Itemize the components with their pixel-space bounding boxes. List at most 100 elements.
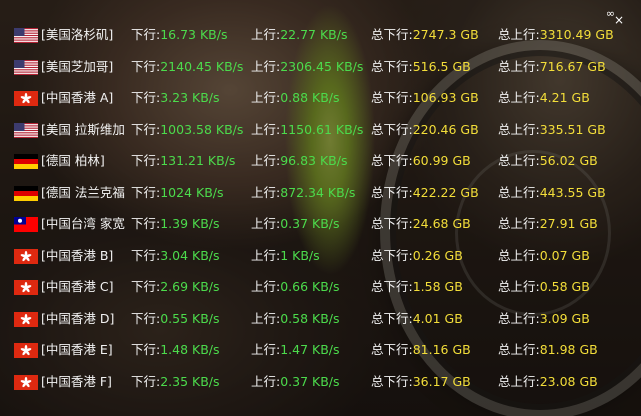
server-name: [中国台湾 家宽 — [41, 216, 125, 231]
server-row[interactable]: [中国香港 D] 下行:0.55 KB/s 上行:0.58 KB/s 总下行:4… — [0, 303, 641, 335]
download-value: 1003.58 KB/s — [160, 121, 244, 137]
upload-value: 0.66 KB/s — [280, 279, 340, 294]
upload-value: 22.77 KB/s — [280, 27, 348, 42]
upload-speed: 上行:0.88 KB/s — [251, 82, 340, 113]
total-download-value: 106.93 GB — [412, 90, 479, 105]
total-upload: 总上行:23.08 GB — [498, 366, 598, 397]
server-row[interactable]: [美国芝加哥] 下行:2140.45 KB/s 上行:2306.45 KB/s … — [0, 51, 641, 83]
download-speed: 下行:16.73 KB/s — [131, 19, 227, 50]
total-upload: 总上行:0.07 GB — [498, 240, 590, 271]
server-row[interactable]: [中国香港 C] 下行:2.69 KB/s 上行:0.66 KB/s 总下行:1… — [0, 271, 641, 303]
total-upload-label: 总上行: — [498, 153, 540, 168]
total-download: 总下行:106.93 GB — [371, 82, 479, 113]
upload-label: 上行: — [251, 342, 281, 357]
upload-value: 0.88 KB/s — [280, 90, 340, 105]
server-row[interactable]: [中国台湾 家宽 下行:1.39 KB/s 上行:0.37 KB/s 总下行:2… — [0, 208, 641, 240]
total-upload: 总上行:56.02 GB — [498, 145, 598, 176]
download-speed: 下行:1003.58 KB/s — [131, 114, 243, 145]
total-upload-value: 335.51 GB — [539, 121, 606, 137]
total-download-label: 总下行: — [371, 310, 413, 326]
total-download-value: 1.58 GB — [412, 279, 463, 294]
total-upload-value: 56.02 GB — [539, 153, 598, 168]
upload-speed: 上行:872.34 KB/s — [251, 177, 355, 208]
upload-speed: 上行:0.58 KB/s — [251, 303, 340, 334]
download-value: 0.55 KB/s — [160, 310, 220, 326]
upload-speed: 上行:1150.61 KB/s — [251, 114, 363, 145]
total-upload-label: 总上行: — [498, 27, 540, 42]
server-monitor-window: ∞ × [美国洛杉矶] 下行:16.73 KB/s 上行:22.77 KB/s … — [0, 0, 641, 416]
upload-label: 上行: — [251, 216, 281, 231]
download-value: 1.48 KB/s — [160, 342, 220, 357]
upload-speed: 上行:0.66 KB/s — [251, 271, 340, 302]
total-upload: 总上行:27.91 GB — [498, 208, 598, 239]
server-row[interactable]: [中国香港 F] 下行:2.35 KB/s 上行:0.37 KB/s 总下行:3… — [0, 366, 641, 398]
server-row[interactable]: [中国香港 A] 下行:3.23 KB/s 上行:0.88 KB/s 总下行:1… — [0, 82, 641, 114]
upload-speed: 上行:0.37 KB/s — [251, 208, 340, 239]
total-download: 总下行:81.16 GB — [371, 334, 471, 365]
upload-speed: 上行:1.47 KB/s — [251, 334, 340, 365]
total-upload-label: 总上行: — [498, 90, 540, 105]
total-download-value: 516.5 GB — [412, 58, 471, 74]
upload-value: 0.37 KB/s — [280, 216, 340, 231]
hk-flag-icon — [14, 374, 38, 390]
upload-label: 上行: — [251, 90, 281, 105]
total-download-label: 总下行: — [371, 342, 413, 357]
upload-value: 2306.45 KB/s — [280, 58, 364, 74]
server-name: [中国香港 F] — [41, 373, 112, 389]
download-label: 下行: — [131, 184, 161, 200]
download-speed: 下行:131.21 KB/s — [131, 145, 235, 176]
server-row[interactable]: [德国 柏林] 下行:131.21 KB/s 上行:96.83 KB/s 总下行… — [0, 145, 641, 177]
total-download: 总下行:516.5 GB — [371, 51, 471, 82]
total-upload-value: 443.55 GB — [539, 184, 606, 200]
upload-speed: 上行:96.83 KB/s — [251, 145, 347, 176]
total-upload-value: 27.91 GB — [539, 216, 598, 231]
total-download: 总下行:60.99 GB — [371, 145, 471, 176]
server-row[interactable]: [中国香港 B] 下行:3.04 KB/s 上行:1 KB/s 总下行:0.26… — [0, 240, 641, 272]
server-row[interactable]: [美国 拉斯维加 下行:1003.58 KB/s 上行:1150.61 KB/s… — [0, 114, 641, 146]
total-download-value: 0.26 GB — [412, 247, 463, 263]
upload-speed: 上行:2306.45 KB/s — [251, 51, 363, 82]
total-download-label: 总下行: — [371, 373, 413, 389]
download-value: 2.35 KB/s — [160, 373, 220, 389]
total-download-label: 总下行: — [371, 184, 413, 200]
server-name: [中国香港 C] — [41, 279, 114, 294]
total-download-label: 总下行: — [371, 27, 413, 42]
upload-value: 1150.61 KB/s — [280, 121, 364, 137]
download-label: 下行: — [131, 216, 161, 231]
server-name: [中国香港 B] — [41, 247, 114, 263]
total-download-label: 总下行: — [371, 153, 413, 168]
total-upload: 总上行:4.21 GB — [498, 82, 590, 113]
hk-flag-icon — [14, 280, 38, 295]
server-row[interactable]: [德国 法兰克福 下行:1024 KB/s 上行:872.34 KB/s 总下行… — [0, 177, 641, 209]
server-name: [中国香港 A] — [41, 90, 114, 105]
total-download-label: 总下行: — [371, 279, 413, 294]
download-label: 下行: — [131, 373, 161, 389]
total-download-value: 422.22 GB — [412, 184, 479, 200]
upload-label: 上行: — [251, 184, 281, 200]
total-upload-value: 23.08 GB — [539, 373, 598, 389]
upload-label: 上行: — [251, 310, 281, 326]
server-row[interactable]: [美国洛杉矶] 下行:16.73 KB/s 上行:22.77 KB/s 总下行:… — [0, 19, 641, 51]
download-value: 1024 KB/s — [160, 184, 224, 200]
total-download: 总下行:220.46 GB — [371, 114, 479, 145]
server-name: [德国 柏林] — [41, 153, 105, 168]
server-name: [德国 法兰克福 — [41, 184, 125, 200]
upload-label: 上行: — [251, 121, 281, 137]
download-label: 下行: — [131, 153, 161, 168]
total-download: 总下行:4.01 GB — [371, 303, 463, 334]
total-download-label: 总下行: — [371, 216, 413, 231]
total-upload-value: 716.67 GB — [539, 58, 606, 74]
us-flag-icon — [14, 28, 38, 43]
total-download-label: 总下行: — [371, 90, 413, 105]
total-download: 总下行:2747.3 GB — [371, 19, 479, 50]
upload-label: 上行: — [251, 373, 281, 389]
total-upload-label: 总上行: — [498, 58, 540, 74]
total-upload-value: 3.09 GB — [539, 310, 590, 326]
download-label: 下行: — [131, 58, 161, 74]
upload-value: 0.58 KB/s — [280, 310, 340, 326]
total-upload-label: 总上行: — [498, 342, 540, 357]
total-download: 总下行:422.22 GB — [371, 177, 479, 208]
total-upload: 总上行:3310.49 GB — [498, 19, 614, 50]
server-row[interactable]: [中国香港 E] 下行:1.48 KB/s 上行:1.47 KB/s 总下行:8… — [0, 334, 641, 366]
download-speed: 下行:2140.45 KB/s — [131, 51, 243, 82]
